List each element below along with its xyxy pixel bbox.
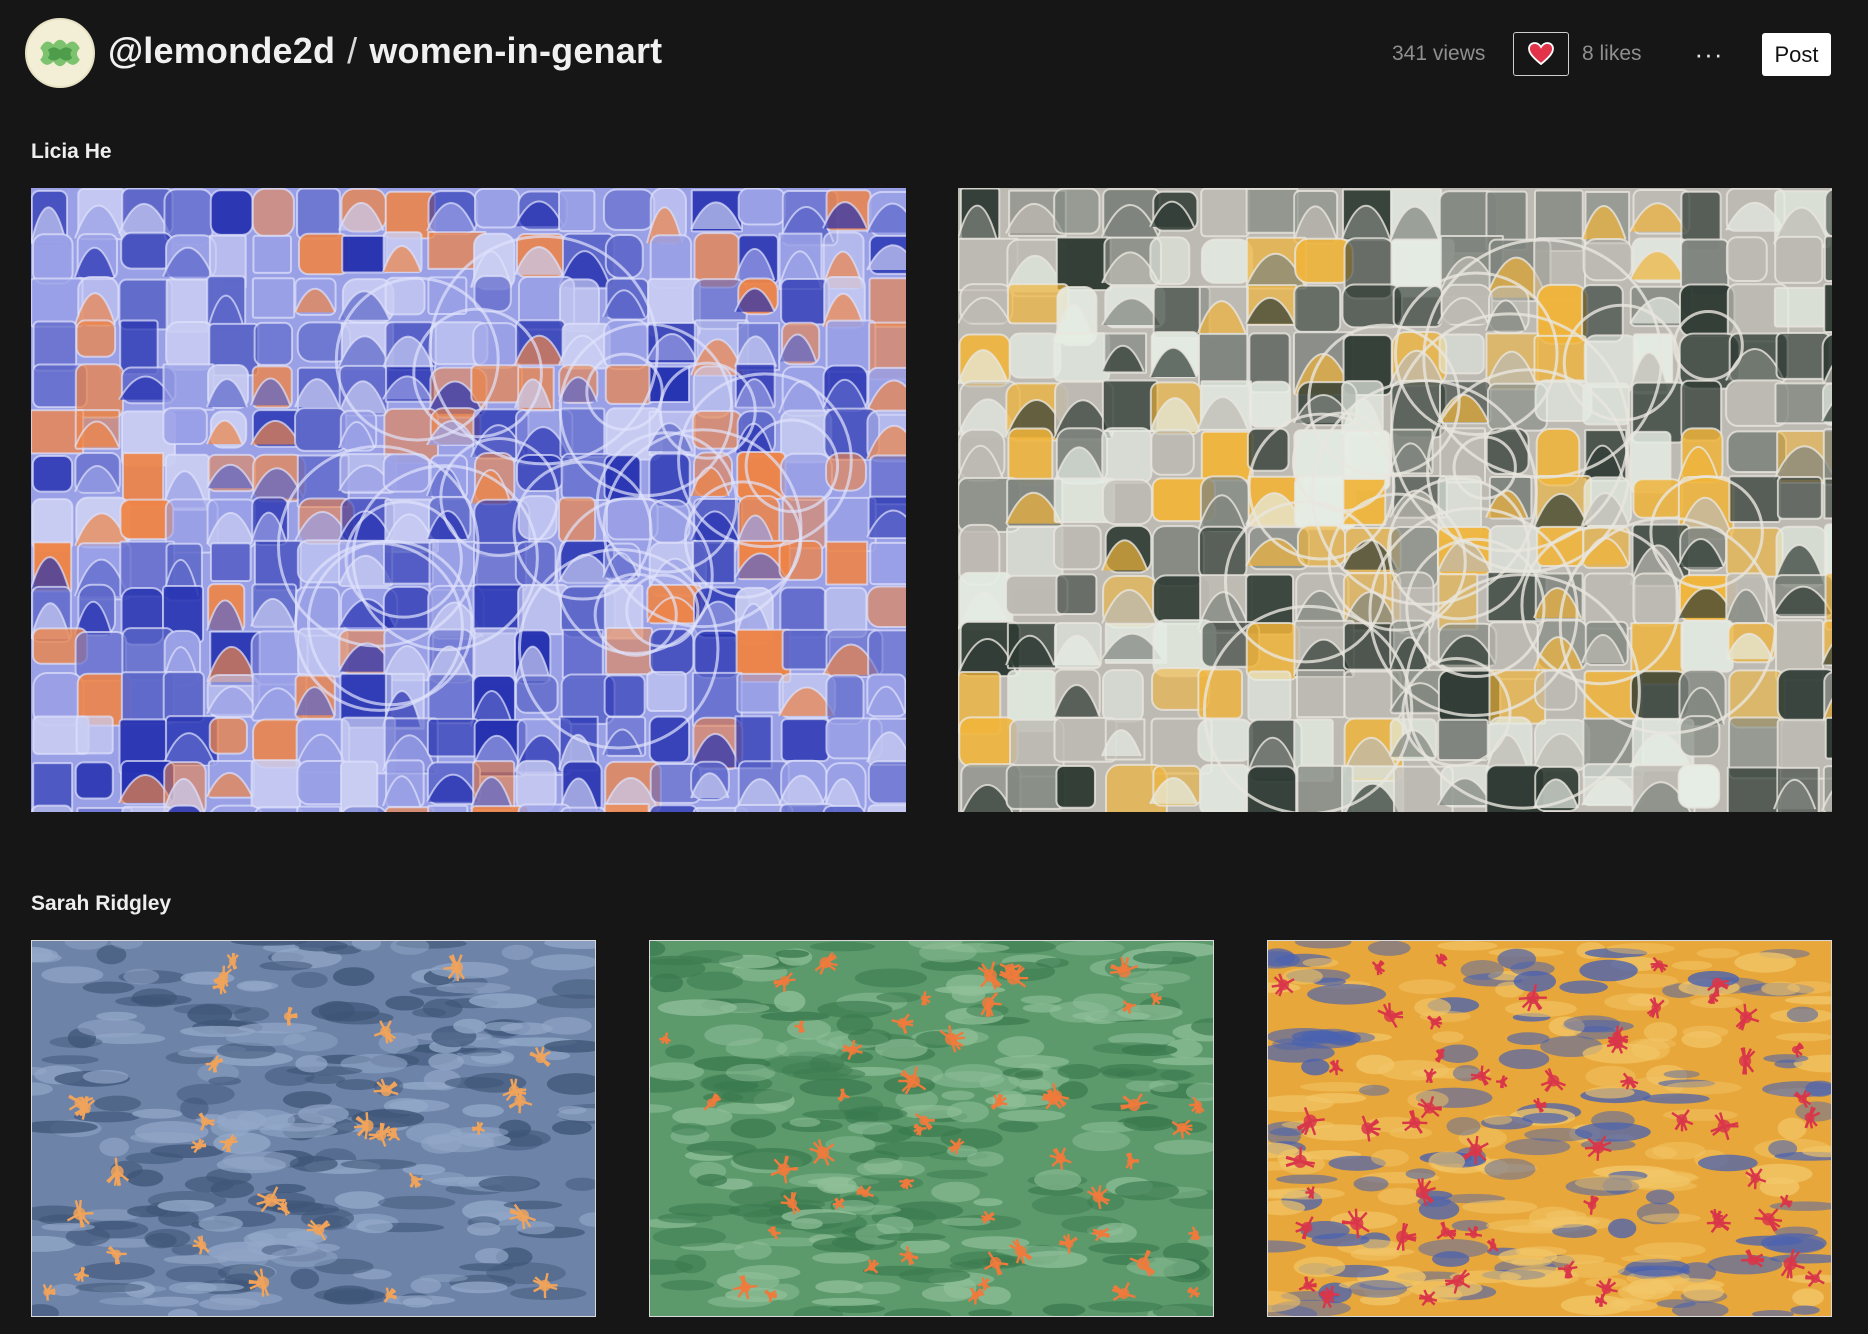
username-link[interactable]: @lemonde2d [108, 30, 335, 71]
artwork-thumbnail[interactable] [1267, 940, 1832, 1317]
page-header: @lemonde2d / women-in-genart 341 views 8 l… [0, 0, 1868, 108]
page-title: @lemonde2d / women-in-genart [108, 30, 662, 72]
artwork-image [31, 188, 906, 812]
title-separator: / [347, 30, 358, 71]
artwork-thumbnail[interactable] [649, 940, 1214, 1317]
like-button[interactable] [1513, 32, 1569, 76]
more-icon[interactable]: ··· [1694, 34, 1724, 74]
views-count: 341 views [1392, 42, 1486, 65]
section-artist-name: Sarah Ridgley [31, 892, 172, 915]
collection-name: women-in-genart [369, 30, 663, 71]
avatar-logo [27, 20, 93, 86]
artwork-image [650, 941, 1213, 1316]
post-button[interactable]: Post [1762, 33, 1831, 76]
artwork-thumbnail[interactable] [31, 188, 906, 812]
artwork-thumbnail[interactable] [958, 188, 1832, 812]
artwork-image [958, 188, 1832, 812]
artwork-image [1268, 941, 1831, 1316]
avatar[interactable] [25, 18, 95, 88]
likes-count: 8 likes [1582, 42, 1642, 65]
heart-icon [1528, 42, 1554, 66]
artwork-image [32, 941, 595, 1316]
artwork-thumbnail[interactable] [31, 940, 596, 1317]
section-artist-name: Licia He [31, 140, 112, 163]
